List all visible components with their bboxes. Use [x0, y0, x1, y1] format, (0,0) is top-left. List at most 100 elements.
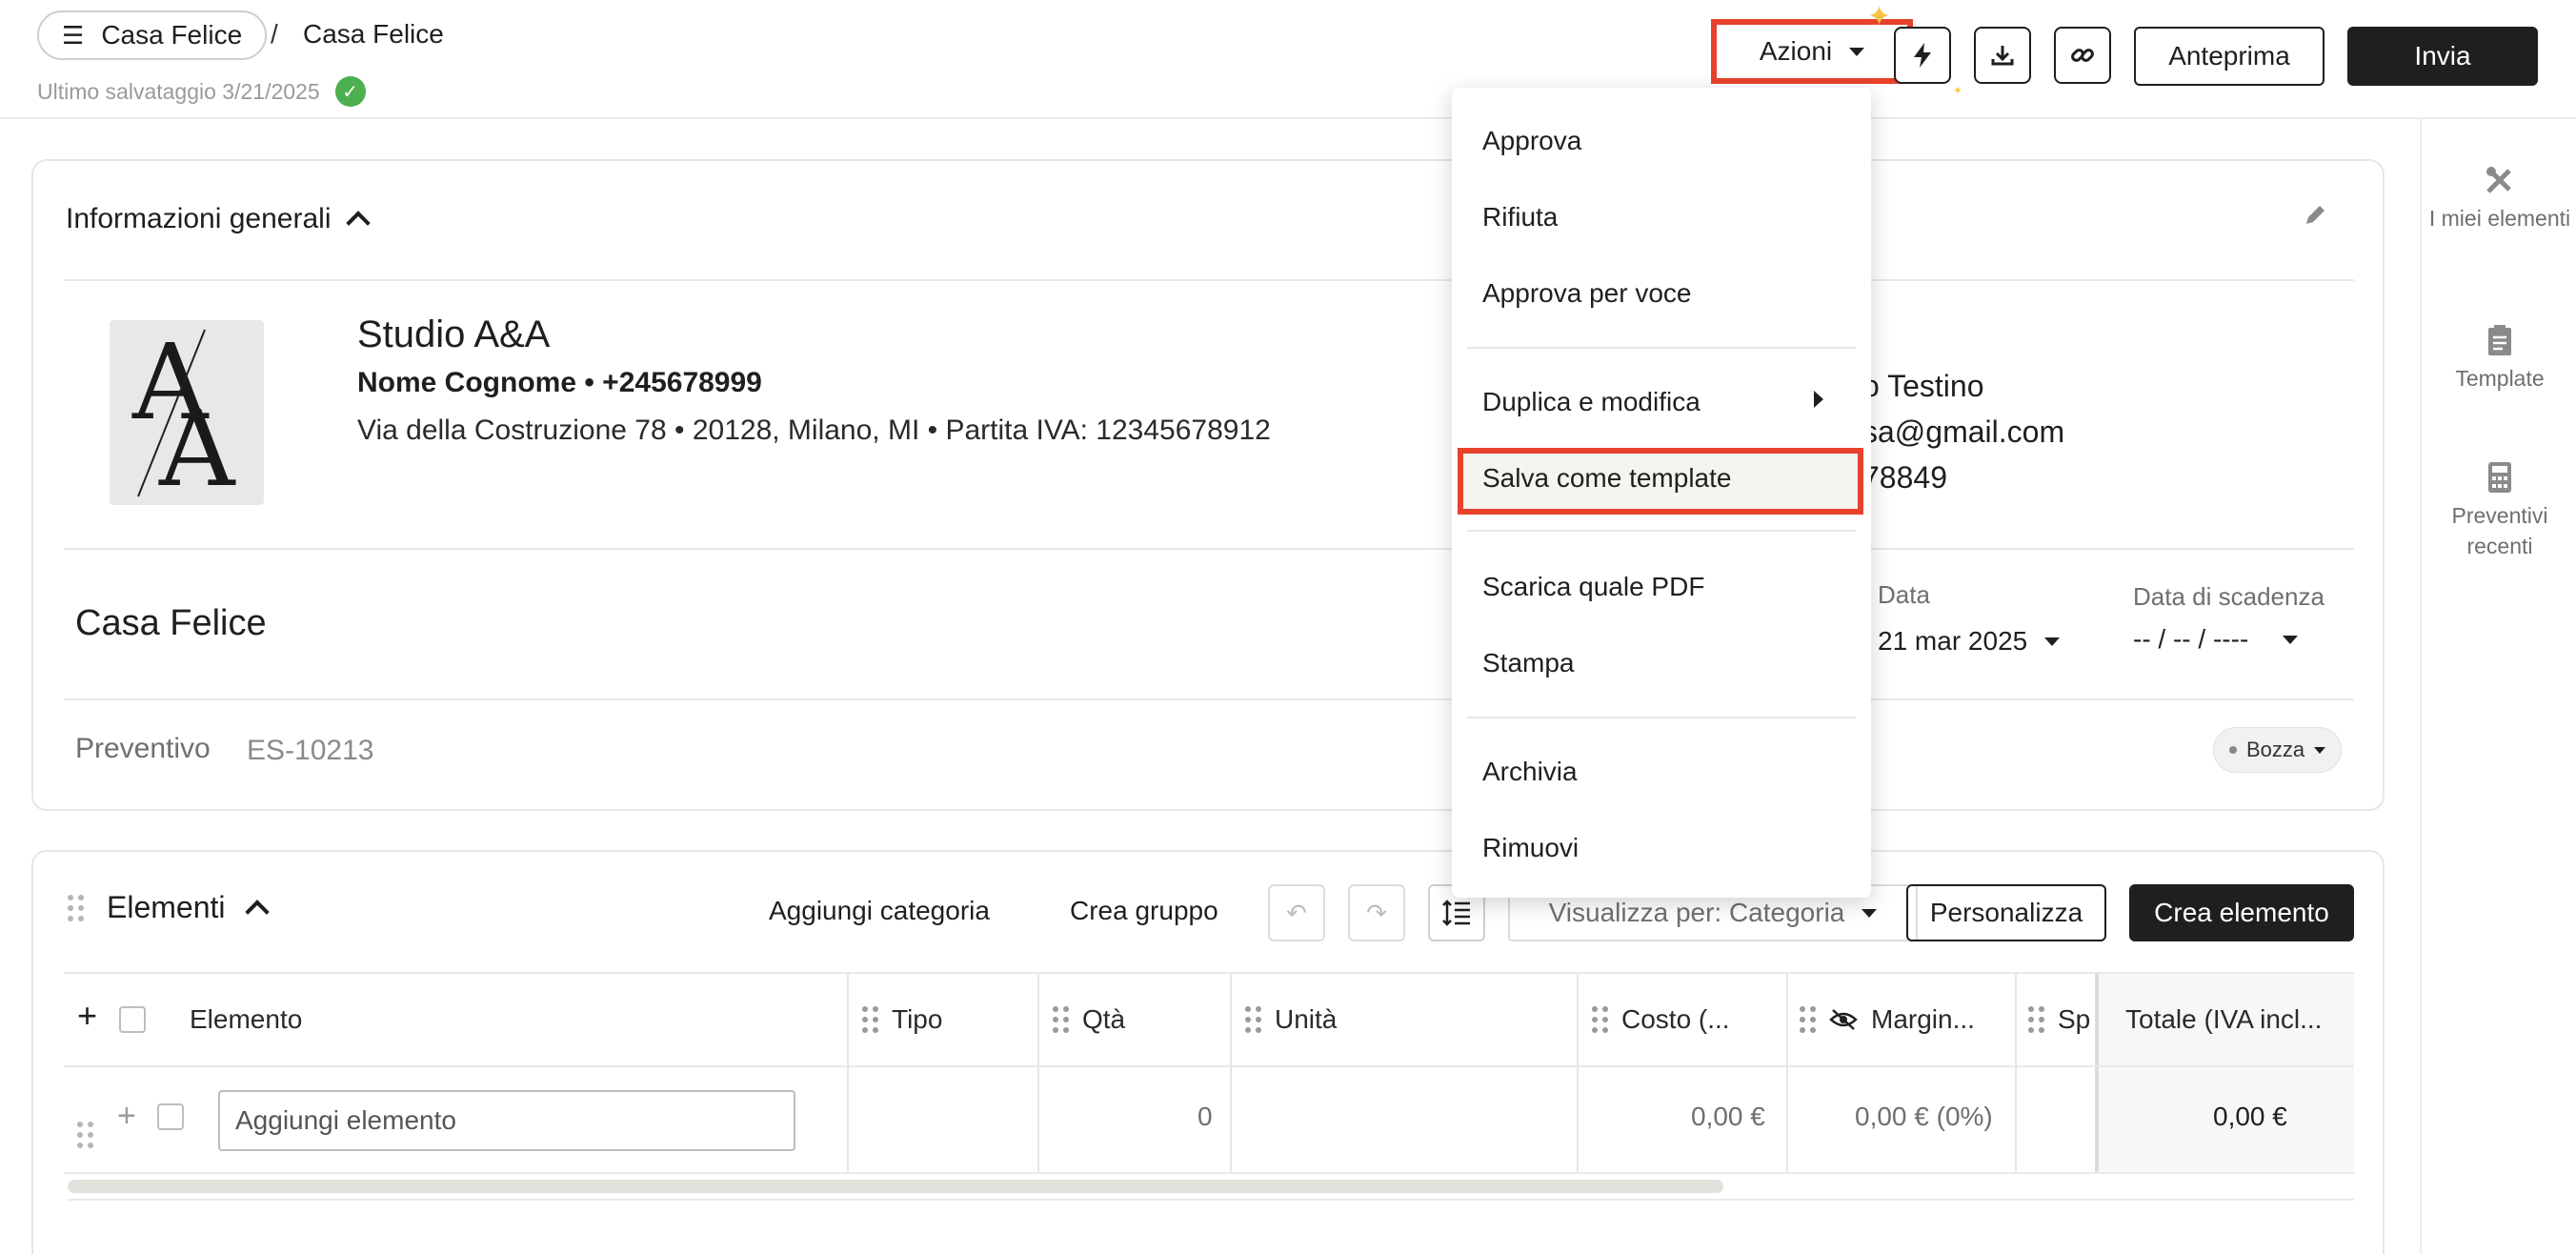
column-header-element[interactable]: Elemento: [190, 1004, 302, 1035]
menu-item-archive[interactable]: Archivia: [1482, 757, 1578, 787]
calculator-icon: [2488, 462, 2511, 493]
status-badge[interactable]: Bozza: [2213, 727, 2343, 773]
row-total: 0,00 €: [2213, 1102, 2287, 1131]
plus-icon: +: [117, 1098, 136, 1134]
quote-label: Preventivo: [75, 733, 211, 764]
sparkle-small-icon: ✦: [1953, 84, 1963, 97]
menu-item-print[interactable]: Stampa: [1482, 648, 1575, 678]
menu-item-reject[interactable]: Rifiuta: [1482, 202, 1558, 233]
pencil-icon[interactable]: [2301, 201, 2329, 230]
column-header-sp[interactable]: Sp: [2028, 1004, 2090, 1035]
general-info-title: Informazioni generali: [66, 203, 332, 234]
column-header-qty[interactable]: Qtà: [1053, 1004, 1125, 1035]
sidebar-item-my-elements[interactable]: I miei elementi: [2422, 163, 2576, 233]
row-drag-handle[interactable]: [77, 1103, 93, 1148]
link-button[interactable]: [2054, 27, 2111, 84]
column-header-total[interactable]: Totale (IVA incl...: [2125, 1004, 2322, 1035]
caret-down-icon: [2283, 635, 2299, 644]
status-dot-icon: [2229, 746, 2237, 754]
row-cost[interactable]: 0,00 €: [1691, 1102, 1765, 1132]
status-label: Bozza: [2246, 738, 2305, 761]
sidebar-item-label: I miei elementi: [2428, 206, 2571, 231]
date-label: Data: [1878, 580, 1930, 609]
right-sidebar: I miei elementi Template Preventivi rece…: [2420, 119, 2576, 1254]
drag-handle-icon[interactable]: [2028, 1006, 2044, 1033]
sidebar-item-recent-quotes[interactable]: Preventivi recenti: [2422, 460, 2576, 561]
drag-handle-icon[interactable]: [1053, 1006, 1069, 1033]
project-name: Casa Felice: [75, 603, 267, 643]
divider: [64, 279, 2354, 281]
menu-item-remove[interactable]: Rimuovi: [1482, 833, 1579, 863]
menu-item-duplicate-edit[interactable]: Duplica e modifica: [1482, 387, 1701, 417]
sidebar-item-template[interactable]: Template: [2422, 323, 2576, 394]
column-header-unit[interactable]: Unità: [1245, 1004, 1337, 1035]
row-add-button[interactable]: +: [117, 1098, 136, 1135]
client-phone: 78849: [1862, 460, 1947, 495]
drag-handle-icon[interactable]: [862, 1006, 878, 1033]
due-date-picker[interactable]: -- / -- / ----: [2133, 624, 2299, 655]
elements-header[interactable]: Elementi: [68, 890, 270, 925]
caret-down-icon: [1849, 47, 1865, 56]
company-name: Studio A&A: [357, 314, 551, 355]
redo-button[interactable]: ↷: [1348, 884, 1405, 941]
actions-dropdown-menu: Approva Rifiuta Approva per voce Duplica…: [1452, 88, 1871, 898]
row-checkbox[interactable]: [157, 1103, 184, 1130]
menu-item-save-as-template[interactable]: Salva come template: [1482, 463, 1731, 494]
drag-handle-icon[interactable]: [68, 894, 84, 921]
menu-item-download-pdf[interactable]: Scarica quale PDF: [1482, 572, 1704, 602]
column-header-margin[interactable]: Margin...: [1800, 1004, 1975, 1035]
drag-handle-icon[interactable]: [1592, 1006, 1608, 1033]
caret-down-icon: [2044, 637, 2061, 646]
menu-item-approve-per-item[interactable]: Approva per voce: [1482, 278, 1691, 309]
menu-item-approve[interactable]: Approva: [1482, 126, 1581, 156]
send-button[interactable]: Invia: [2347, 27, 2538, 86]
add-row-button[interactable]: +: [77, 996, 98, 1035]
line-spacing-icon: [1442, 900, 1470, 926]
plus-icon: +: [77, 996, 98, 1035]
sidebar-item-label: Preventivi recenti: [2451, 503, 2548, 558]
tools-icon: [2486, 167, 2511, 193]
column-header-cost[interactable]: Costo (...: [1592, 1004, 1730, 1035]
add-element-input[interactable]: Aggiungi elemento: [218, 1090, 795, 1151]
last-saved-text: Ultimo salvataggio 3/21/2025: [37, 78, 320, 104]
company-logo: A A: [110, 320, 264, 505]
divider: [64, 548, 2354, 550]
column-header-type[interactable]: Tipo: [862, 1004, 942, 1035]
general-info-header[interactable]: Informazioni generali: [66, 203, 372, 235]
sidebar-item-label: Template: [2455, 366, 2545, 391]
row-margin[interactable]: 0,00 € (0%): [1855, 1102, 1993, 1132]
lightning-icon: [1914, 43, 1931, 68]
chevron-up-icon: [244, 899, 270, 924]
caret-down-icon: [2314, 746, 2326, 754]
chevron-up-icon: [346, 211, 372, 235]
drag-handle-icon[interactable]: [1800, 1006, 1816, 1033]
general-info-card: Informazioni generali A A Studio A&A Nom…: [31, 159, 2385, 811]
sparkle-icon: ✦: [1867, 1, 1892, 32]
breadcrumb-current[interactable]: Casa Felice: [303, 19, 444, 50]
preview-button[interactable]: Anteprima: [2134, 27, 2324, 86]
project-menu-button[interactable]: ☰ Casa Felice: [37, 10, 268, 60]
date-value: 21 mar 2025: [1878, 626, 2028, 656]
create-group-button[interactable]: Crea gruppo: [1070, 896, 1218, 926]
due-date-value: -- / -- / ----: [2133, 624, 2249, 654]
eye-off-icon[interactable]: [1829, 1008, 1858, 1031]
table-header: + Elemento Tipo Qtà Unità Costo (... Mar…: [64, 972, 2354, 1067]
menu-divider: [1467, 530, 1856, 532]
table-row: + Aggiungi elemento 0 0,00 € 0,00 € (0%)…: [64, 1067, 2354, 1174]
horizontal-scrollbar[interactable]: [68, 1180, 1723, 1193]
row-qty[interactable]: 0: [1197, 1102, 1213, 1132]
add-category-button[interactable]: Aggiungi categoria: [769, 896, 990, 926]
date-picker[interactable]: 21 mar 2025: [1878, 626, 2061, 657]
customize-button[interactable]: Personalizza: [1906, 884, 2106, 941]
drag-handle-icon[interactable]: [1245, 1006, 1261, 1033]
lightning-button[interactable]: [1894, 27, 1951, 84]
download-button[interactable]: [1974, 27, 2031, 84]
select-all-checkbox[interactable]: [119, 1006, 146, 1033]
create-element-button[interactable]: Crea elemento: [2129, 884, 2354, 941]
breadcrumb-separator: /: [271, 19, 278, 49]
undo-icon: ↶: [1286, 898, 1307, 927]
quote-number[interactable]: ES-10213: [247, 735, 373, 767]
undo-button[interactable]: ↶: [1268, 884, 1325, 941]
project-menu-label: Casa Felice: [101, 20, 243, 50]
submenu-arrow-icon: [1814, 391, 1823, 408]
